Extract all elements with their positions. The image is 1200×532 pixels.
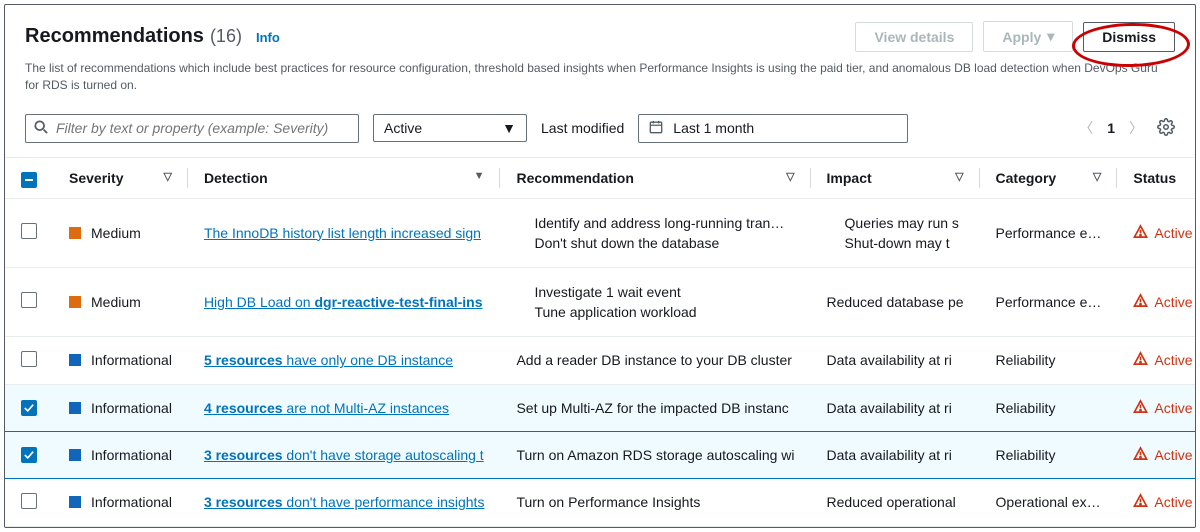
dismiss-button[interactable]: Dismiss: [1083, 22, 1175, 52]
severity-indicator-icon: [69, 449, 81, 461]
detection-link[interactable]: The InnoDB history list length increased…: [204, 225, 481, 241]
sort-caret-icon: ▼: [474, 170, 485, 182]
table-row: Informational 5 resources have only one D…: [5, 336, 1196, 384]
sort-caret-icon: ▽: [786, 170, 794, 183]
recommendation-item: Don't shut down the database: [534, 233, 784, 253]
severity-label: Informational: [91, 352, 172, 368]
prev-page-button[interactable]: 〈: [1079, 118, 1093, 138]
category-text: Performance e…: [980, 267, 1118, 336]
status-text: Active: [1154, 225, 1192, 241]
row-checkbox[interactable]: [21, 223, 37, 239]
recommendations-table: Severity▽ Detection▼ Recommendation▽ Imp…: [5, 157, 1196, 527]
table-row: Medium High DB Load on dgr-reactive-test-…: [5, 267, 1196, 336]
toolbar: Active ▼ Last modified Last 1 month 〈 1 …: [5, 102, 1195, 157]
col-detection[interactable]: Detection▼: [188, 157, 501, 198]
sort-caret-icon: ▽: [955, 170, 963, 183]
row-checkbox[interactable]: [21, 351, 37, 367]
recommendation-item: Identify and address long-running transa: [534, 213, 784, 233]
detection-link[interactable]: 5 resources have only one DB instance: [204, 352, 453, 368]
status-text: Active: [1154, 400, 1192, 416]
sort-caret-icon: ▽: [163, 170, 171, 183]
status-text: Active: [1154, 494, 1192, 510]
page-title: Recommendations: [25, 25, 204, 48]
apply-label: Apply: [1002, 29, 1041, 45]
recommendation-text: Set up Multi-AZ for the impacted DB inst…: [500, 384, 810, 431]
page-number: 1: [1107, 120, 1115, 136]
calendar-icon: [649, 120, 663, 137]
warning-triangle-icon: [1133, 399, 1148, 417]
severity-indicator-icon: [69, 402, 81, 414]
recommendation-item: Tune application workload: [534, 302, 784, 322]
warning-triangle-icon: [1133, 351, 1148, 369]
detection-link[interactable]: High DB Load on dgr-reactive-test-final-…: [204, 294, 483, 310]
filter-input-wrapper[interactable]: [25, 114, 359, 143]
caret-down-icon: ▾: [1047, 28, 1054, 45]
sort-caret-icon: ▽: [1093, 170, 1101, 183]
severity-indicator-icon: [69, 496, 81, 508]
col-status[interactable]: Status: [1117, 157, 1196, 198]
recommendation-text: Add a reader DB instance to your DB clus…: [500, 336, 810, 384]
row-checkbox[interactable]: [21, 400, 37, 416]
impact-text: Data availability at ri: [811, 431, 980, 478]
recommendation-text: Turn on Amazon RDS storage autoscaling w…: [500, 431, 810, 478]
col-category[interactable]: Category▽: [980, 157, 1118, 198]
status-value: Active: [384, 120, 422, 136]
select-all-checkbox[interactable]: [21, 172, 37, 188]
row-checkbox[interactable]: [21, 447, 37, 463]
search-icon: [34, 120, 48, 137]
impact-text: Reduced database pe: [811, 267, 980, 336]
status-text: Active: [1154, 352, 1192, 368]
severity-indicator-icon: [69, 354, 81, 366]
detection-link[interactable]: 3 resources don't have performance insig…: [204, 494, 485, 510]
category-text: Reliability: [980, 336, 1118, 384]
next-page-button[interactable]: 〉: [1129, 118, 1143, 138]
severity-indicator-icon: [69, 296, 81, 308]
panel-header: Recommendations (16) Info View details A…: [5, 5, 1195, 102]
impact-item: Queries may run s: [845, 213, 964, 233]
recommendations-panel: Recommendations (16) Info View details A…: [4, 4, 1196, 528]
settings-button[interactable]: [1157, 118, 1175, 139]
category-text: Reliability: [980, 431, 1118, 478]
impact-text: Data availability at ri: [811, 336, 980, 384]
info-link[interactable]: Info: [256, 30, 280, 45]
severity-label: Medium: [91, 294, 141, 310]
row-checkbox[interactable]: [21, 493, 37, 509]
panel-description: The list of recommendations which includ…: [25, 60, 1175, 94]
warning-triangle-icon: [1133, 446, 1148, 464]
col-severity[interactable]: Severity▽: [53, 157, 188, 198]
col-recommendation[interactable]: Recommendation▽: [500, 157, 810, 198]
category-text: Performance e…: [980, 198, 1118, 267]
status-select[interactable]: Active ▼: [373, 114, 527, 142]
row-checkbox[interactable]: [21, 292, 37, 308]
severity-label: Medium: [91, 225, 141, 241]
detection-link[interactable]: 3 resources don't have storage autoscali…: [204, 447, 484, 463]
date-range-select[interactable]: Last 1 month: [638, 114, 908, 143]
category-text: Reliability: [980, 384, 1118, 431]
warning-triangle-icon: [1133, 224, 1148, 242]
severity-label: Informational: [91, 447, 172, 463]
recommendation-item: Investigate 1 wait event: [534, 282, 784, 302]
impact-text: Data availability at ri: [811, 384, 980, 431]
table-row: Informational 3 resources don't have stor…: [5, 431, 1196, 478]
warning-triangle-icon: [1133, 293, 1148, 311]
apply-button[interactable]: Apply ▾: [983, 21, 1073, 52]
severity-indicator-icon: [69, 227, 81, 239]
caret-down-icon: ▼: [502, 120, 516, 136]
warning-triangle-icon: [1133, 493, 1148, 511]
pagination: 〈 1 〉: [1079, 118, 1143, 138]
table-row: Informational 4 resources are not Multi-A…: [5, 384, 1196, 431]
detection-link[interactable]: 4 resources are not Multi-AZ instances: [204, 400, 449, 416]
count-badge: (16): [210, 26, 242, 47]
date-range-value: Last 1 month: [673, 120, 754, 136]
filter-input[interactable]: [56, 120, 350, 136]
col-impact[interactable]: Impact▽: [811, 157, 980, 198]
table-row: Medium The InnoDB history list length inc…: [5, 198, 1196, 267]
last-modified-label: Last modified: [541, 120, 624, 136]
status-text: Active: [1154, 294, 1192, 310]
impact-item: Shut-down may t: [845, 233, 964, 253]
severity-label: Informational: [91, 400, 172, 416]
status-text: Active: [1154, 447, 1192, 463]
severity-label: Informational: [91, 494, 172, 510]
view-details-button[interactable]: View details: [855, 22, 973, 52]
